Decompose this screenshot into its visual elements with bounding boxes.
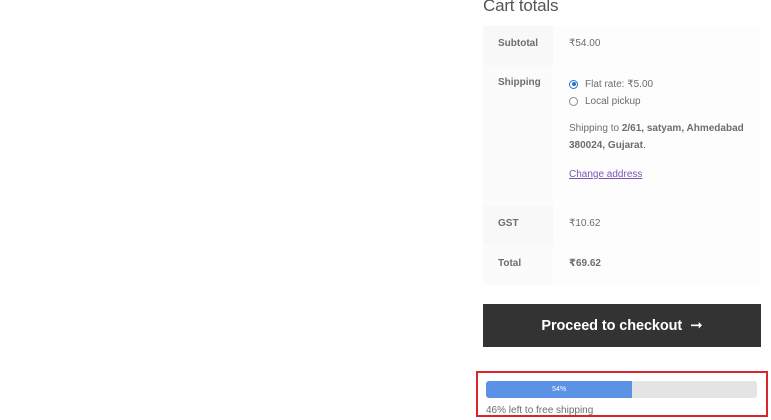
order-total-row: Total ₹69.62 xyxy=(483,245,761,285)
free-shipping-progress-box: 54% 46% left to free shipping xyxy=(476,371,768,417)
flat-rate-label[interactable]: Flat rate: ₹5.00 xyxy=(585,79,653,90)
arrow-right-icon: ➞ xyxy=(690,317,703,334)
subtotal-value: ₹54.00 xyxy=(553,26,761,65)
shipping-row: Shipping Flat rate: ₹5.00 Local pickup S… xyxy=(483,65,761,206)
gst-label: GST xyxy=(483,206,553,245)
gst-value: ₹10.62 xyxy=(553,206,761,245)
subtotal-label: Subtotal xyxy=(483,26,553,65)
shipping-destination-suffix: . xyxy=(642,140,646,151)
subtotal-row: Subtotal ₹54.00 xyxy=(483,26,761,65)
proceed-to-checkout-label: Proceed to checkout xyxy=(541,317,683,334)
cart-totals-table: Subtotal ₹54.00 Shipping Flat rate: ₹5.0… xyxy=(483,26,761,285)
proceed-to-checkout-button[interactable]: Proceed to checkout ➞ xyxy=(483,304,761,347)
flat-rate-radio[interactable] xyxy=(569,79,578,89)
shipping-methods-list: Flat rate: ₹5.00 Local pickup xyxy=(569,74,761,111)
cart-totals-panel: Cart totals Subtotal ₹54.00 Shipping Fla… xyxy=(483,0,761,347)
free-shipping-progress-label: 54% xyxy=(552,386,567,393)
order-total-value: ₹69.62 xyxy=(553,245,761,285)
cart-totals-title: Cart totals xyxy=(483,0,559,15)
shipping-option-local-pickup[interactable]: Local pickup xyxy=(569,91,761,111)
free-shipping-progress-track: 54% xyxy=(486,381,757,398)
change-address-link[interactable]: Change address xyxy=(569,169,642,180)
page: Cart totals Subtotal ₹54.00 Shipping Fla… xyxy=(0,0,771,420)
gst-row: GST ₹10.62 xyxy=(483,206,761,245)
shipping-label: Shipping xyxy=(483,65,553,206)
free-shipping-progress-fill: 54% xyxy=(486,381,633,398)
shipping-destination-prefix: Shipping to xyxy=(569,123,622,134)
free-shipping-caption: 46% left to free shipping xyxy=(486,405,594,416)
order-total-label: Total xyxy=(483,245,553,285)
shipping-cell: Flat rate: ₹5.00 Local pickup Shipping t… xyxy=(553,65,761,206)
local-pickup-label[interactable]: Local pickup xyxy=(585,96,641,107)
local-pickup-radio[interactable] xyxy=(569,96,578,106)
shipping-destination: Shipping to 2/61, satyam, Ahmedabad 3800… xyxy=(569,120,749,154)
